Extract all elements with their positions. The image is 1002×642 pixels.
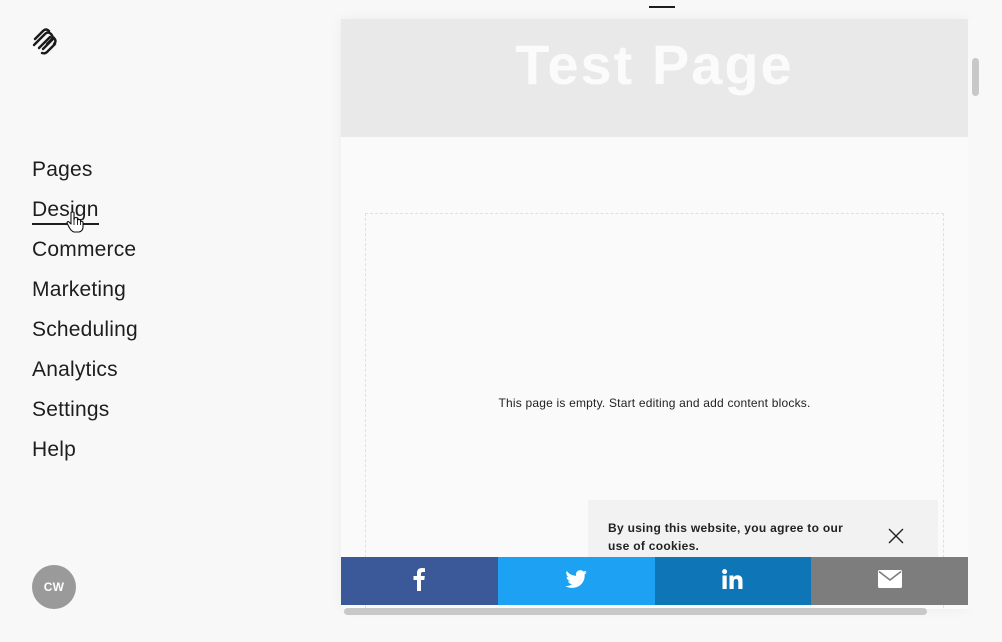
nav-item-marketing[interactable]: Marketing [32, 275, 138, 315]
hand-pointer-icon [66, 211, 84, 233]
vertical-scroll-thumb[interactable] [972, 58, 979, 96]
squarespace-logo-icon[interactable] [31, 27, 61, 55]
nav-item-label: Scheduling [32, 318, 138, 341]
linkedin-icon [722, 568, 743, 594]
nav-item-analytics[interactable]: Analytics [32, 355, 138, 395]
site-preview: Test Page This page is empty. Start edit… [341, 19, 968, 609]
cookie-banner-text: By using this website, you agree to our … [608, 521, 844, 553]
horizontal-scroll-thumb[interactable] [344, 608, 927, 615]
cookie-banner: By using this website, you agree to our … [588, 500, 938, 562]
nav-item-label: Marketing [32, 278, 127, 301]
twitter-icon [565, 569, 587, 593]
nav-item-label: Help [32, 438, 76, 461]
nav-item-design[interactable]: Design [32, 195, 138, 235]
close-icon[interactable] [886, 526, 906, 546]
facebook-icon [413, 567, 426, 596]
empty-page-message: This page is empty. Start editing and ad… [498, 396, 811, 410]
nav-item-settings[interactable]: Settings [32, 395, 138, 435]
nav-item-commerce[interactable]: Commerce [32, 235, 138, 275]
nav-item-pages[interactable]: Pages [32, 155, 138, 195]
nav-item-label: Settings [32, 398, 110, 421]
nav-item-label: Commerce [32, 238, 137, 261]
drag-handle[interactable] [649, 6, 675, 8]
share-facebook-button[interactable] [341, 557, 498, 605]
share-twitter-button[interactable] [497, 557, 655, 605]
nav-item-label: Analytics [32, 358, 118, 381]
share-bar [341, 557, 968, 605]
vertical-scrollbar[interactable] [968, 19, 982, 609]
share-linkedin-button[interactable] [654, 557, 812, 605]
horizontal-scrollbar[interactable] [341, 606, 968, 616]
share-email-button[interactable] [811, 557, 968, 605]
user-avatar[interactable]: CW [32, 565, 76, 609]
page-title: Test Page [515, 33, 794, 96]
hero-banner: Test Page [341, 19, 968, 137]
nav-item-help[interactable]: Help [32, 435, 138, 475]
nav-item-label: Pages [32, 158, 93, 181]
main-nav: Pages Design Commerce Marketing Scheduli… [32, 155, 138, 475]
email-icon [877, 569, 902, 593]
nav-item-scheduling[interactable]: Scheduling [32, 315, 138, 355]
sidebar: Pages Design Commerce Marketing Scheduli… [0, 0, 330, 642]
